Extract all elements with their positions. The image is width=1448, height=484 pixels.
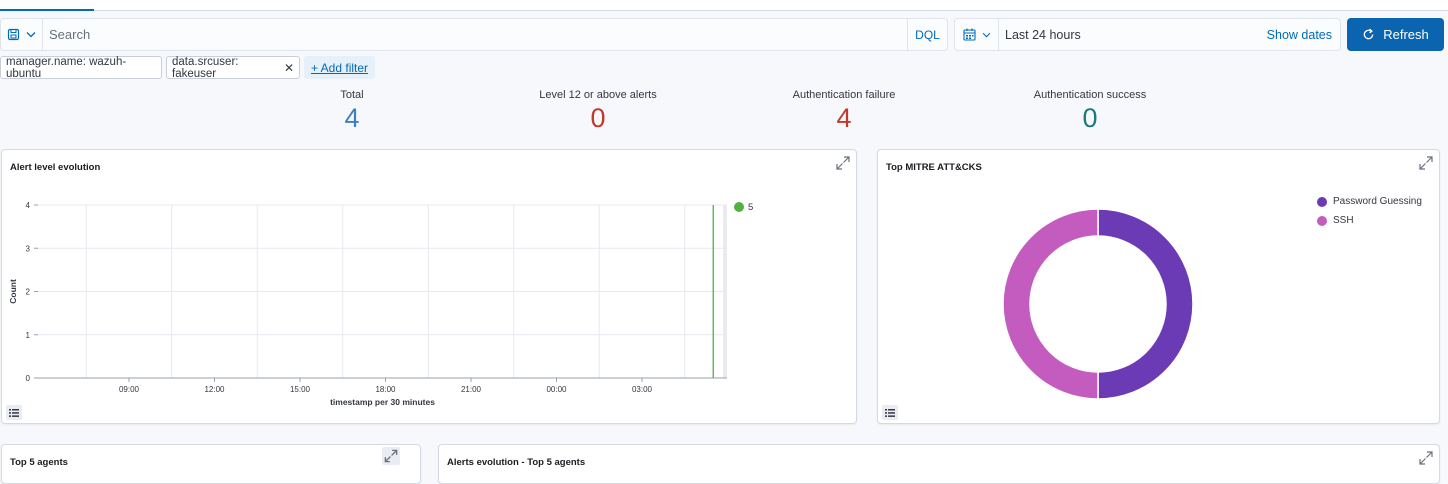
x-tick-label: 18:00 xyxy=(375,385,396,394)
list-icon xyxy=(885,408,895,417)
remove-filter-icon[interactable]: ✕ xyxy=(284,61,294,75)
legend-swatch xyxy=(1317,196,1327,207)
metric-label: Total xyxy=(340,89,364,101)
date-picker: Last 24 hours Show dates xyxy=(954,18,1341,51)
alerts-evolution-top-agents-panel: Alerts evolution - Top 5 agents xyxy=(438,444,1440,484)
active-tab-indicator xyxy=(0,9,94,11)
top-agents-panel: Top 5 agents xyxy=(1,444,421,484)
time-range-label[interactable]: Last 24 hours xyxy=(999,28,1267,42)
y-axis-label: Count xyxy=(8,279,18,304)
toggle-legend-button[interactable] xyxy=(882,405,898,420)
saved-queries-button[interactable] xyxy=(1,19,43,50)
y-tick-label: 4 xyxy=(26,201,31,210)
fullscreen-icon[interactable] xyxy=(1418,450,1434,466)
toggle-legend-button[interactable] xyxy=(6,405,22,420)
metric-value: 4 xyxy=(344,103,360,133)
donut-slice xyxy=(1097,208,1194,400)
panel-title: Alerts evolution - Top 5 agents xyxy=(447,457,586,468)
metric-label: Authentication success xyxy=(1033,89,1147,101)
metric-total: Total 4 xyxy=(237,89,467,133)
y-tick-label: 0 xyxy=(26,374,31,383)
legend-swatch xyxy=(734,202,744,212)
x-tick-label: 12:00 xyxy=(204,385,225,394)
query-bar: DQL xyxy=(0,18,948,51)
legend-item[interactable]: SSH xyxy=(1317,215,1354,226)
alert-level-evolution-panel: Alert level evolution 0 1 2 3 4 09:00 12:00 15:… xyxy=(1,149,857,424)
fullscreen-icon[interactable] xyxy=(382,447,400,465)
mitre-donut-chart xyxy=(1002,208,1194,400)
save-icon xyxy=(7,28,20,41)
x-tick-label: 00:00 xyxy=(546,385,567,394)
legend-label: 5 xyxy=(748,202,753,213)
legend-label: Password Guessing xyxy=(1333,196,1422,207)
y-tick-label: 1 xyxy=(26,331,31,340)
top-mitre-panel: Top MITRE ATT&CKS Password Guessing SSH xyxy=(877,149,1440,424)
donut-slice xyxy=(1002,208,1099,400)
query-language-button[interactable]: DQL xyxy=(907,19,947,50)
legend-item[interactable]: Password Guessing xyxy=(1317,196,1422,207)
refresh-button[interactable]: Refresh xyxy=(1347,18,1444,51)
panel-title: Top 5 agents xyxy=(10,457,68,468)
chevron-down-icon xyxy=(982,32,990,38)
filter-pill[interactable]: data.srcuser: fakeuser ✕ xyxy=(166,55,300,80)
calendar-icon xyxy=(962,28,976,41)
filter-pill-label: manager.name: wazuh-ubuntu xyxy=(6,55,127,80)
quick-menu-button[interactable] xyxy=(955,19,999,50)
x-tick-label: 09:00 xyxy=(119,385,140,394)
refresh-label: Refresh xyxy=(1383,27,1429,42)
metric-auth-success: Authentication success 0 xyxy=(975,89,1205,133)
search-input[interactable] xyxy=(43,19,907,50)
legend-label: SSH xyxy=(1333,215,1354,226)
show-dates-link[interactable]: Show dates xyxy=(1267,28,1340,42)
x-tick-label: 03:00 xyxy=(632,385,653,394)
list-icon xyxy=(9,408,19,417)
y-tick-label: 2 xyxy=(26,288,31,297)
metric-value: 0 xyxy=(590,103,606,133)
metric-value: 0 xyxy=(1082,103,1098,133)
metric-level12: Level 12 or above alerts 0 xyxy=(483,89,713,133)
alert-level-chart: 0 1 2 3 4 09:00 12:00 15:00 18:00 21:00 00:00 03:00… xyxy=(8,201,753,407)
top-tab-bar xyxy=(0,0,1448,11)
add-filter-button[interactable]: + Add filter xyxy=(304,56,376,79)
metric-label: Authentication failure xyxy=(792,89,896,101)
y-tick-label: 3 xyxy=(26,244,31,253)
chevron-down-icon xyxy=(26,32,36,38)
filter-pill[interactable]: manager.name: wazuh-ubuntu xyxy=(0,55,162,80)
x-axis-label: timestamp per 30 minutes xyxy=(330,397,435,407)
filter-pill-label: data.srcuser: fakeuser xyxy=(172,55,239,80)
metric-label: Level 12 or above alerts xyxy=(539,89,657,101)
x-tick-label: 15:00 xyxy=(290,385,311,394)
legend-swatch xyxy=(1317,215,1327,226)
x-tick-label: 21:00 xyxy=(461,385,482,394)
refresh-icon xyxy=(1363,28,1374,40)
metric-value: 4 xyxy=(836,103,852,133)
metric-auth-failure: Authentication failure 4 xyxy=(729,89,959,133)
